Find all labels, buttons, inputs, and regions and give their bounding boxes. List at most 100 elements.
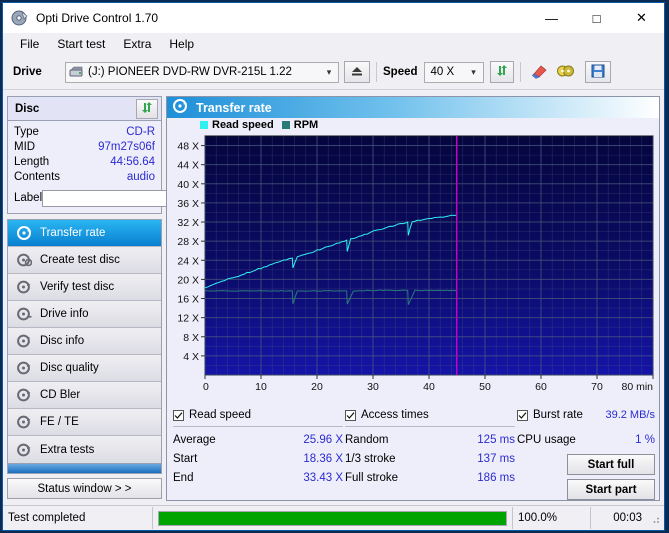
save-button[interactable]	[584, 61, 611, 83]
legend-label-read-speed: Read speed	[212, 119, 274, 131]
disc-verify-icon	[16, 280, 33, 295]
sidebar-item-cd-bler[interactable]: CD Bler	[8, 382, 161, 409]
access-times-label: Access times	[361, 409, 429, 421]
disc-row-length: Length 44:56.64	[14, 155, 155, 170]
disc-burn-icon	[16, 253, 33, 268]
read-speed-header: Read speed	[173, 407, 343, 423]
progress-bar-fill	[159, 511, 506, 525]
maximize-button[interactable]: □	[574, 3, 619, 33]
chart-canvas: 4 X 8 X 12 X 16 X 20 X 24 X 28 X 32 X 36 X 40 X 44…	[177, 135, 654, 393]
transfer-rate-chart: 4 X 8 X 12 X 16 X 20 X 24 X 28 X 32 X 36 X 40 X 44…	[171, 132, 655, 395]
sidebar-item-label: Drive info	[40, 308, 89, 320]
result-row-cpu-usage: CPU usage 1 %	[517, 431, 655, 450]
erase-button[interactable]	[527, 61, 553, 83]
media-icon	[556, 63, 575, 82]
eject-icon	[350, 65, 364, 80]
chart-legend: Read speed RPM	[167, 118, 659, 132]
burst-rate-value: 39.2 MB/s	[605, 409, 655, 421]
elapsed-time: 00:03	[613, 512, 642, 524]
burst-rate-label: Burst rate	[533, 409, 583, 421]
result-key: Average	[173, 434, 216, 446]
read-speed-label: Read speed	[189, 409, 252, 421]
svg-text:24 X: 24 X	[177, 255, 199, 267]
sidebar-item-verify-test-disc[interactable]: Verify test disc	[8, 274, 161, 301]
burst-rate-checkbox[interactable]	[517, 409, 528, 421]
speed-select-value: 40 X	[430, 66, 455, 78]
erase-icon	[530, 63, 549, 82]
access-times-block: Access times Random 125 ms 1/3 stroke 13…	[345, 407, 515, 488]
svg-text:36 X: 36 X	[177, 198, 199, 210]
result-value: 33.43 X	[303, 472, 343, 484]
sidebar-item-label: Verify test disc	[40, 281, 115, 293]
svg-text:10: 10	[255, 381, 267, 393]
progress-percent: 100.0%	[513, 507, 591, 529]
sidebar-item-create-test-disc[interactable]: Create test disc	[8, 247, 161, 274]
read-speed-block: Read speed Average 25.96 X Start 18.36 X…	[173, 407, 343, 488]
access-times-checkbox[interactable]	[345, 409, 356, 421]
speed-select[interactable]: 40 X ▾	[423, 61, 484, 83]
resize-grip-icon[interactable]	[647, 511, 661, 525]
burst-rate-block: Burst rate 39.2 MB/s CPU usage 1 % Start…	[517, 407, 655, 500]
sidebar-item-extra-tests[interactable]: Extra tests	[8, 436, 161, 463]
disc-row-value: audio	[126, 171, 155, 183]
media-button[interactable]	[553, 61, 579, 83]
svg-text:80 min: 80 min	[621, 381, 653, 393]
menu-extra[interactable]: Extra	[114, 35, 160, 53]
sidebar-item-label: Create test disc	[40, 254, 120, 266]
disc-row-value: CD-R	[126, 126, 155, 138]
save-icon	[591, 64, 605, 81]
result-key: Random	[345, 434, 389, 446]
chevron-down-icon: ▾	[471, 66, 476, 77]
result-value: 137 ms	[477, 453, 515, 465]
svg-text:70: 70	[591, 381, 603, 393]
result-row-average: Average 25.96 X	[173, 431, 343, 450]
status-window-button[interactable]: Status window > >	[7, 478, 162, 499]
disc-row-key: Length	[14, 156, 50, 168]
result-value: 1 %	[635, 434, 655, 446]
sidebar-item-transfer-rate[interactable]: Transfer rate	[8, 220, 161, 247]
chevron-down-icon: ▾	[326, 66, 332, 77]
divider	[345, 426, 515, 427]
result-key: 1/3 stroke	[345, 453, 396, 465]
disc-row-key: Contents	[14, 171, 61, 183]
result-value: 125 ms	[477, 434, 515, 446]
disc-bler-icon	[16, 388, 33, 403]
menu-start-test[interactable]: Start test	[48, 35, 114, 53]
eject-button[interactable]	[344, 61, 370, 83]
svg-text:4 X: 4 X	[183, 351, 199, 363]
sidebar-item-disc-quality[interactable]: Disc quality	[8, 355, 161, 382]
start-full-button[interactable]: Start full	[567, 454, 655, 475]
result-row-start: Start 18.36 X	[173, 450, 343, 469]
sidebar-item-label: CD Bler	[40, 389, 81, 401]
close-button[interactable]: ✕	[619, 3, 664, 33]
sidebar-item-label: Disc quality	[40, 362, 99, 374]
burst-rate-header: Burst rate 39.2 MB/s	[517, 407, 655, 423]
menu-file[interactable]: File	[11, 35, 48, 53]
result-row-third-stroke: 1/3 stroke 137 ms	[345, 450, 515, 469]
window-title: Opti Drive Control 1.70	[36, 11, 159, 25]
nav-list: Transfer rate Create test disc Verify te…	[7, 219, 162, 464]
svg-text:12 X: 12 X	[177, 313, 199, 325]
sidebar-item-fe-te[interactable]: FE / TE	[8, 409, 161, 436]
disc-row-key: MID	[14, 141, 36, 153]
minimize-button[interactable]: —	[529, 3, 574, 33]
legend-swatch-read-speed	[200, 121, 208, 129]
sidebar-item-disc-info[interactable]: Disc info	[8, 328, 161, 355]
panel-title: Transfer rate	[196, 100, 272, 115]
sidebar-item-drive-info[interactable]: Drive info	[8, 301, 161, 328]
result-value: 18.36 X	[303, 453, 343, 465]
disc-row-type: Type CD-R	[14, 125, 155, 140]
refresh-button[interactable]	[489, 61, 514, 83]
start-part-button[interactable]: Start part	[567, 479, 655, 500]
legend-label-rpm: RPM	[293, 119, 319, 131]
menu-help[interactable]: Help	[160, 35, 203, 53]
read-speed-checkbox[interactable]	[173, 409, 184, 421]
disc-refresh-button[interactable]	[136, 98, 158, 119]
status-bar: Test completed 100.0% 00:03	[3, 505, 664, 530]
svg-text:32 X: 32 X	[177, 217, 199, 229]
result-key: CPU usage	[517, 434, 576, 446]
drive-select[interactable]: (J:) PIONEER DVD-RW DVR-215L 1.22 ▾	[65, 61, 339, 83]
disc-speed-icon	[16, 226, 33, 241]
disc-row-key: Type	[14, 126, 39, 138]
svg-text:20 X: 20 X	[177, 274, 199, 286]
